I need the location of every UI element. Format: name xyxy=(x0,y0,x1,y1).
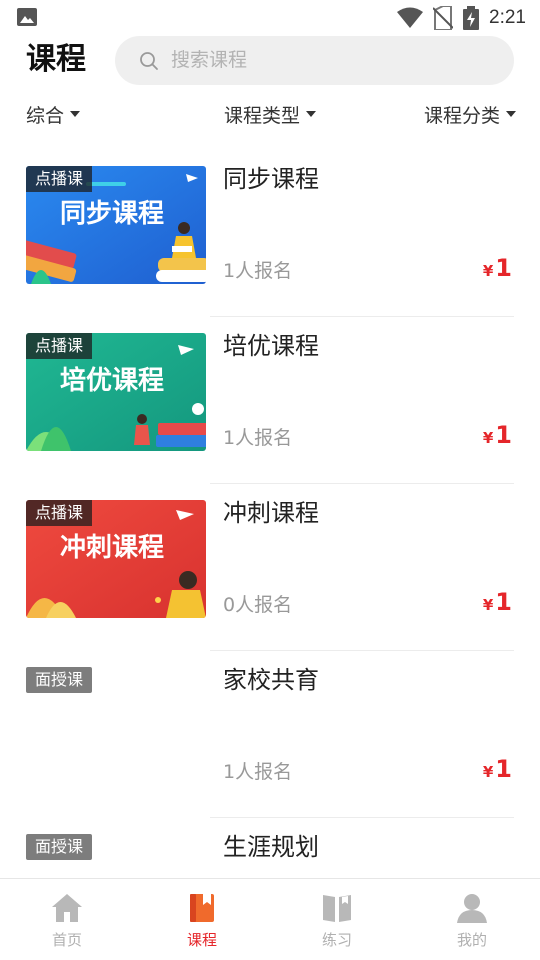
course-name: 生涯规划 xyxy=(223,833,319,861)
currency-symbol: ¥ xyxy=(482,763,494,781)
status-time: 2:21 xyxy=(489,7,526,28)
caret-down-icon xyxy=(70,111,81,117)
no-sim-icon xyxy=(433,6,454,30)
course-price: ¥ 1 xyxy=(483,421,512,449)
tab-label: 练习 xyxy=(321,931,352,949)
price-value: 1 xyxy=(495,254,512,282)
caret-down-icon xyxy=(306,111,317,117)
enrolled-count: 0人报名 xyxy=(223,594,293,616)
currency-symbol: ¥ xyxy=(482,429,494,447)
bottom-tab-bar: 首页 课程 练习 我的 xyxy=(0,878,540,960)
course-name: 家校共育 xyxy=(223,666,319,694)
battery-charging-icon xyxy=(463,6,480,30)
enrolled-count: 1人报名 xyxy=(223,260,293,282)
filter-label: 课程类型 xyxy=(224,104,301,127)
open-book-icon xyxy=(323,895,351,922)
tab-profile[interactable]: 我的 xyxy=(422,891,522,950)
enrolled-count: 1人报名 xyxy=(223,427,293,449)
filter-label: 课程分类 xyxy=(424,104,501,127)
course-type-badge: 面授课 xyxy=(26,667,93,693)
filter-sort[interactable]: 综合 xyxy=(26,100,81,128)
course-type-badge: 点播课 xyxy=(26,500,93,526)
thumbnail-title: 培优课程 xyxy=(60,366,164,396)
course-type-badge: 点播课 xyxy=(26,333,93,359)
page-title: 课程 xyxy=(26,42,86,77)
course-name: 同步课程 xyxy=(223,165,319,193)
tab-label: 课程 xyxy=(186,931,217,949)
wifi-icon xyxy=(397,7,424,28)
course-item[interactable]: 面授课 家校共育 1人报名 ¥ 1 xyxy=(0,651,540,818)
price-value: 1 xyxy=(495,588,512,616)
price-value: 1 xyxy=(495,755,512,783)
filter-bar: 综合 课程类型 课程分类 xyxy=(0,96,540,132)
filter-course-type[interactable]: 课程类型 xyxy=(224,100,317,128)
search-input[interactable]: 搜索课程 xyxy=(115,36,514,85)
filter-label: 综合 xyxy=(26,104,65,127)
price-value: 1 xyxy=(495,421,512,449)
user-icon xyxy=(457,894,487,923)
currency-symbol: ¥ xyxy=(482,262,494,280)
thumbnail-title: 冲刺课程 xyxy=(60,533,164,563)
course-item[interactable]: 面授课 生涯规划 xyxy=(0,818,540,878)
course-item[interactable]: 培优课程 点播课 培优课程 1人报名 ¥ 1 xyxy=(0,317,540,484)
tab-courses[interactable]: 课程 xyxy=(152,891,252,950)
course-list: 同步课程 点播课 同步课程 1人报名 ¥ 1 培优课程 点播课 培优课程 1人报… xyxy=(0,150,540,878)
course-item[interactable]: 同步课程 点播课 同步课程 1人报名 ¥ 1 xyxy=(0,150,540,317)
search-placeholder: 搜索课程 xyxy=(171,49,248,71)
course-price: ¥ 1 xyxy=(483,588,512,616)
thumbnail-title: 同步课程 xyxy=(60,198,164,229)
caret-down-icon xyxy=(506,111,517,117)
enrolled-count: 1人报名 xyxy=(223,761,293,783)
course-type-badge: 点播课 xyxy=(26,166,93,192)
tab-label: 首页 xyxy=(51,931,82,949)
course-price: ¥ 1 xyxy=(483,755,512,783)
currency-symbol: ¥ xyxy=(482,596,494,614)
course-price: ¥ 1 xyxy=(483,254,512,282)
image-notification-icon xyxy=(17,8,37,26)
course-name: 冲刺课程 xyxy=(223,499,319,527)
course-item[interactable]: 冲刺课程 点播课 冲刺课程 0人报名 ¥ 1 xyxy=(0,484,540,651)
tab-practice[interactable]: 练习 xyxy=(287,891,387,950)
status-bar: 2:21 xyxy=(0,0,540,36)
course-book-icon xyxy=(190,894,214,922)
course-type-badge: 面授课 xyxy=(26,834,93,860)
search-icon xyxy=(140,52,158,70)
home-icon xyxy=(52,894,82,922)
header: 课程 搜索课程 xyxy=(0,36,540,88)
tab-home[interactable]: 首页 xyxy=(17,891,117,950)
course-name: 培优课程 xyxy=(223,332,319,360)
tab-label: 我的 xyxy=(456,931,487,949)
filter-course-category[interactable]: 课程分类 xyxy=(424,100,517,128)
